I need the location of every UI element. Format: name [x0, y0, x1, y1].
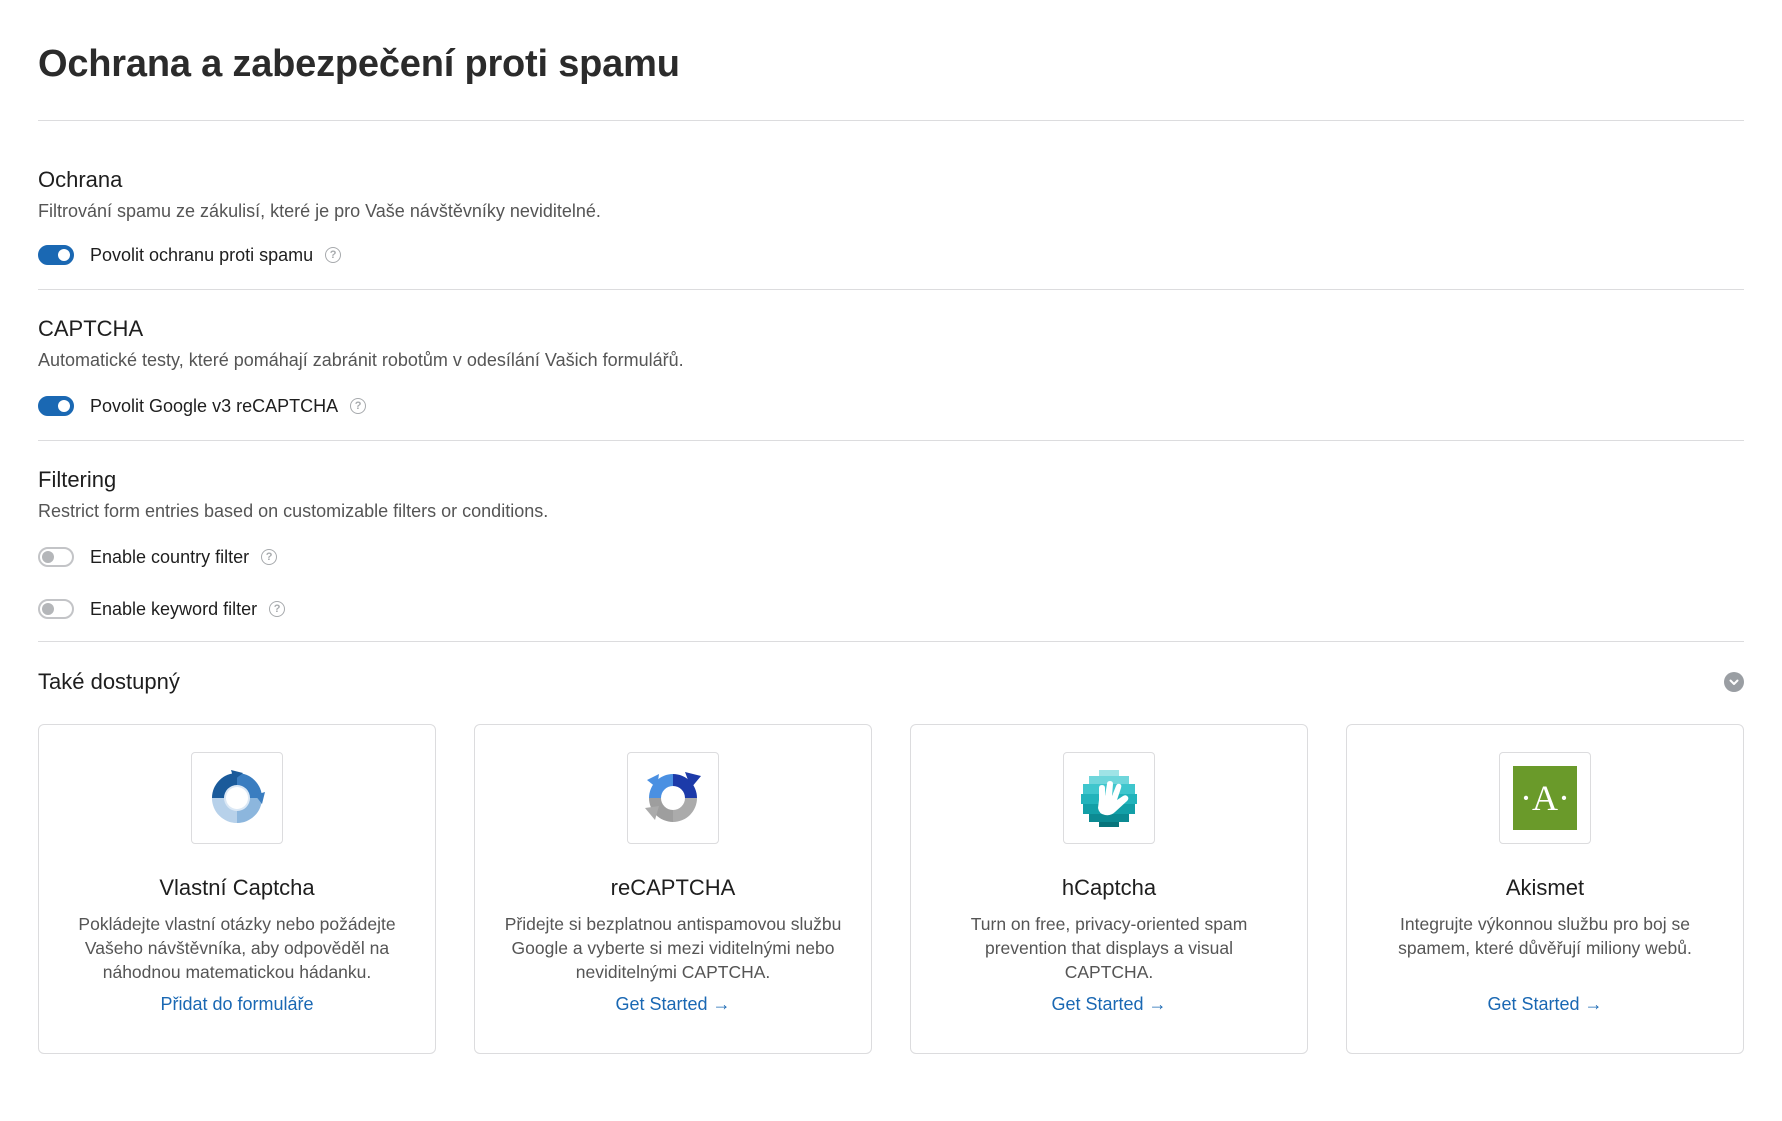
recaptcha-icon — [645, 772, 701, 822]
get-started-link[interactable]: Get Started → — [1051, 994, 1166, 1015]
toggle-row-country-filter: Enable country filter ? — [38, 531, 1744, 583]
section-description: Restrict form entries based on customiza… — [38, 501, 549, 521]
section-description: Filtrování spamu ze zákulisí, které je p… — [38, 201, 601, 221]
help-icon[interactable]: ? — [350, 398, 367, 414]
card-title: Vlastní Captcha — [159, 875, 315, 900]
country-filter-toggle[interactable] — [38, 547, 74, 567]
settings-page: Ochrana a zabezpečení proti spamu Ochran… — [0, 0, 1782, 1054]
card-hcaptcha: hCaptcha Turn on free, privacy-oriented … — [910, 724, 1308, 1054]
card-recaptcha: reCAPTCHA Přidejte si bezplatnou antispa… — [474, 724, 872, 1054]
toggle-knob — [42, 603, 54, 615]
card-description: Integrujte výkonnou službu pro boj se sp… — [1398, 914, 1692, 958]
section-protection: Ochrana Filtrování spamu ze zákulisí, kt… — [38, 121, 1744, 281]
card-logo — [627, 752, 719, 844]
recaptcha-v3-toggle[interactable] — [38, 396, 74, 416]
card-logo — [1063, 752, 1155, 844]
integration-cards: Vlastní Captcha Pokládejte vlastní otázk… — [38, 724, 1744, 1054]
get-started-link[interactable]: Get Started → — [615, 994, 730, 1015]
also-available-header[interactable]: Také dostupný — [38, 642, 1744, 694]
card-description: Pokládejte vlastní otázky nebo požádejte… — [78, 914, 396, 982]
section-captcha: CAPTCHA Automatické testy, které pomáhaj… — [38, 290, 1744, 432]
add-to-form-link[interactable]: Přidat do formuláře — [160, 994, 313, 1015]
toggle-label: Enable keyword filter — [90, 598, 258, 619]
section-title: Filtering — [38, 467, 117, 492]
collapse-button[interactable] — [1724, 672, 1744, 692]
card-title: reCAPTCHA — [610, 875, 736, 900]
toggle-label: Enable country filter — [90, 546, 250, 567]
card-logo: ·A· — [1499, 752, 1591, 844]
help-icon[interactable]: ? — [269, 601, 286, 617]
toggle-knob — [58, 400, 70, 412]
card-title: hCaptcha — [1061, 875, 1157, 900]
toggle-knob — [42, 551, 54, 563]
help-icon[interactable]: ? — [325, 247, 342, 263]
toggle-row-spam-protection: Povolit ochranu proti spamu ? — [38, 229, 1744, 281]
hcaptcha-icon — [1081, 770, 1137, 827]
spam-protection-toggle[interactable] — [38, 245, 74, 265]
akismet-icon: ·A· — [1513, 766, 1577, 830]
card-logo — [191, 752, 283, 844]
toggle-row-recaptcha-v3: Povolit Google v3 reCAPTCHA ? — [38, 380, 1744, 432]
toggle-label: Povolit Google v3 reCAPTCHA — [90, 395, 339, 416]
toggle-label: Povolit ochranu proti spamu — [90, 244, 314, 265]
help-icon[interactable]: ? — [261, 549, 278, 565]
card-custom-captcha: Vlastní Captcha Pokládejte vlastní otázk… — [38, 724, 436, 1054]
card-akismet: ·A· Akismet Integrujte výkonnou službu p… — [1346, 724, 1744, 1054]
akismet-logo-text: ·A· — [1520, 778, 1570, 818]
card-title: Akismet — [1505, 875, 1585, 900]
section-description: Automatické testy, které pomáhají zabrán… — [38, 350, 684, 370]
chevron-down-icon — [1729, 679, 1739, 685]
section-title: CAPTCHA — [38, 316, 144, 341]
toggle-row-keyword-filter: Enable keyword filter ? — [38, 583, 1744, 635]
section-title: Ochrana — [38, 167, 123, 192]
also-available-title: Také dostupný — [38, 669, 180, 694]
section-filtering: Filtering Restrict form entries based on… — [38, 441, 1744, 635]
page-title: Ochrana a zabezpečení proti spamu — [38, 43, 680, 85]
custom-captcha-icon — [212, 770, 265, 823]
toggle-knob — [58, 249, 70, 261]
keyword-filter-toggle[interactable] — [38, 599, 74, 619]
get-started-link[interactable]: Get Started → — [1487, 994, 1602, 1015]
card-description: Turn on free, privacy-oriented spam prev… — [970, 914, 1248, 982]
card-description: Přidejte si bezplatnou antispamovou služ… — [504, 914, 842, 982]
